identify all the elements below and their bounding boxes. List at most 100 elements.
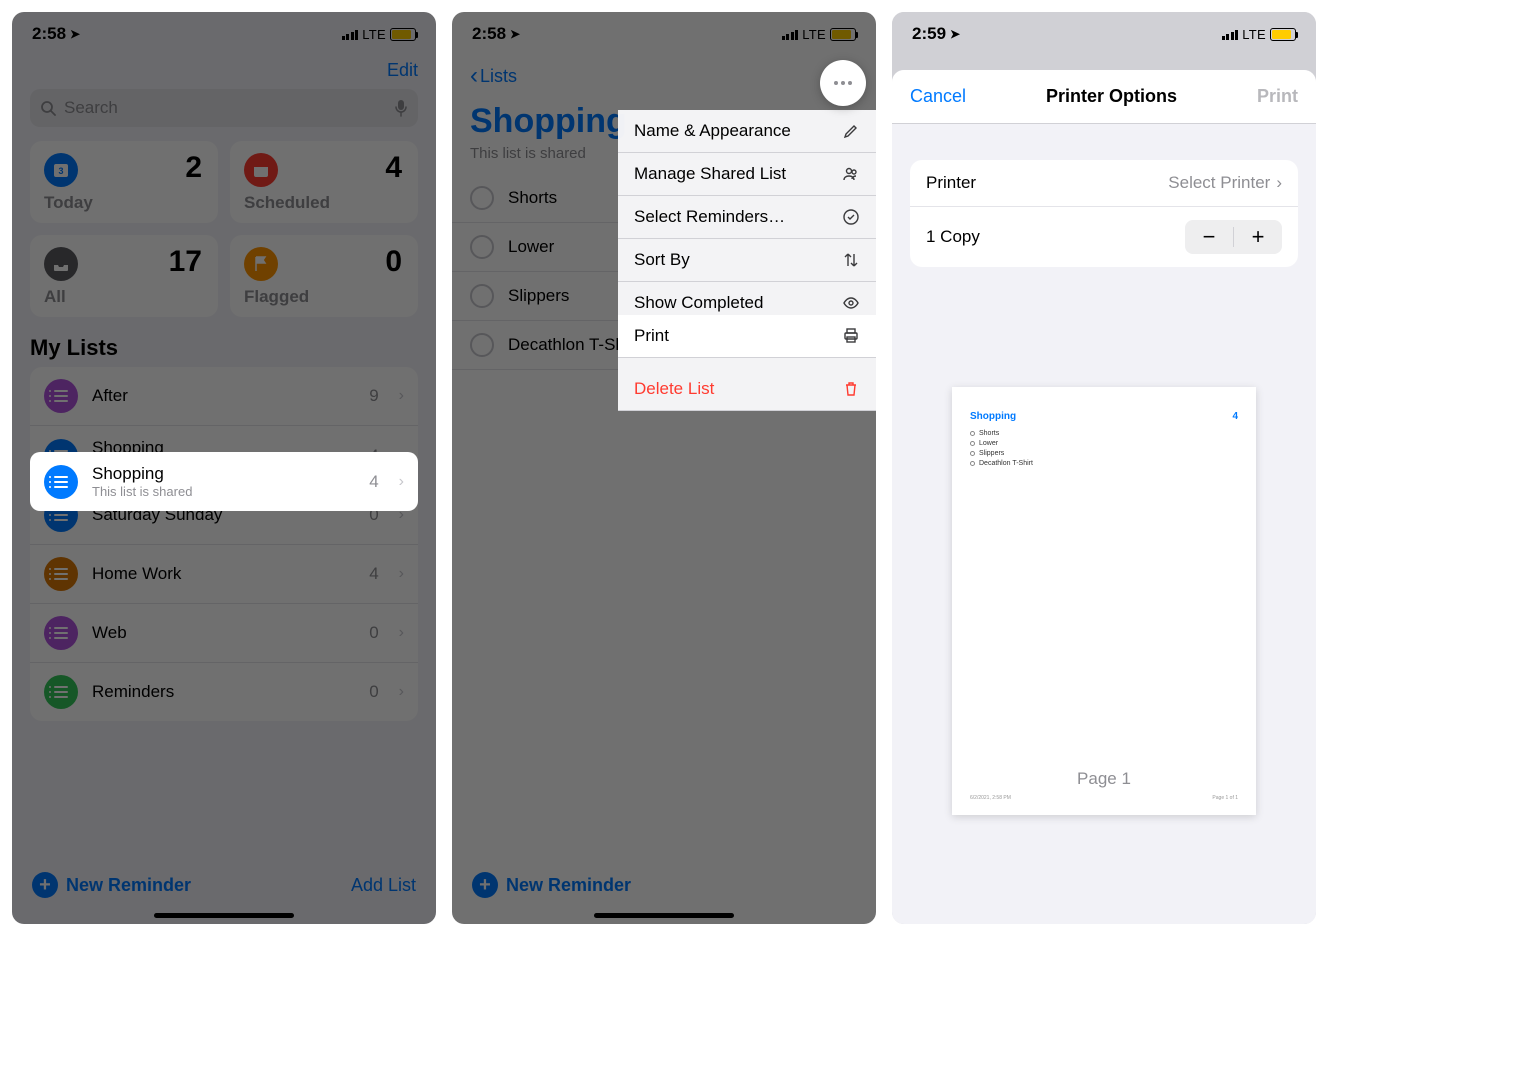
menu-label: Show Completed: [634, 293, 763, 313]
flag-icon: [244, 247, 278, 281]
list-row-after[interactable]: After 9 ›: [30, 367, 418, 426]
menu-label: Print: [634, 326, 669, 346]
edit-button[interactable]: Edit: [387, 60, 418, 80]
printer-sheet: Cancel Printer Options Print Printer Sel…: [892, 70, 1316, 924]
more-button[interactable]: [820, 60, 866, 106]
card-flagged[interactable]: 0 Flagged: [230, 235, 418, 317]
increment-button[interactable]: +: [1234, 220, 1282, 254]
card-count: 0: [385, 245, 402, 279]
menu-print[interactable]: Print: [618, 315, 876, 358]
carrier-label: LTE: [362, 27, 386, 42]
card-all[interactable]: 17 All: [30, 235, 218, 317]
menu-label: Name & Appearance: [634, 121, 791, 141]
status-bar: 2:58 ➤ LTE: [452, 12, 876, 56]
chevron-right-icon: ›: [399, 473, 404, 491]
mylists-header: My Lists: [12, 317, 436, 367]
phone-reminders-home: 2:58 ➤ LTE Edit Search 3: [12, 12, 436, 924]
menu-sort-by[interactable]: Sort By: [618, 239, 876, 282]
card-label: Scheduled: [244, 193, 404, 213]
select-printer-row[interactable]: Printer Select Printer ›: [910, 160, 1298, 207]
preview-count: 4: [1232, 411, 1238, 422]
search-icon: [40, 100, 56, 116]
chevron-left-icon: ‹: [470, 62, 478, 90]
list-count: 4: [369, 564, 378, 584]
list-row-reminders[interactable]: Reminders 0 ›: [30, 663, 418, 721]
copies-stepper: − +: [1185, 220, 1282, 254]
list-count: 0: [369, 682, 378, 702]
menu-label: Sort By: [634, 250, 690, 270]
chevron-right-icon: ›: [399, 387, 404, 405]
new-reminder-label: New Reminder: [506, 875, 631, 896]
checkbox[interactable]: [470, 333, 494, 357]
svg-text:3: 3: [58, 166, 63, 176]
trash-icon: [842, 380, 860, 398]
print-preview-page[interactable]: Shopping 4 Shorts Lower Slippers Decathl…: [952, 387, 1256, 815]
card-today[interactable]: 3 2 Today: [30, 141, 218, 223]
status-time: 2:58: [32, 24, 66, 44]
battery-icon: [1270, 28, 1296, 41]
reminder-title: Lower: [508, 237, 554, 257]
list-row-web[interactable]: Web 0 ›: [30, 604, 418, 663]
sort-icon: [842, 251, 860, 269]
menu-delete-list[interactable]: Delete List: [618, 368, 876, 411]
card-label: Today: [44, 193, 204, 213]
battery-icon: [390, 28, 416, 41]
status-bar: 2:59 ➤ LTE: [892, 12, 1316, 56]
list-row-shopping-highlighted[interactable]: Shopping This list is shared 4 ›: [30, 452, 418, 511]
list-title: Web: [92, 623, 127, 643]
eye-icon: [842, 294, 860, 312]
plus-circle-icon: +: [472, 872, 498, 898]
card-scheduled[interactable]: 4 Scheduled: [230, 141, 418, 223]
add-list-button[interactable]: Add List: [351, 875, 416, 896]
menu-name-appearance[interactable]: Name & Appearance: [618, 110, 876, 153]
list-icon: [44, 616, 78, 650]
checkbox[interactable]: [470, 186, 494, 210]
chevron-right-icon: ›: [399, 565, 404, 583]
reminder-title: Shorts: [508, 188, 557, 208]
chevron-right-icon: ›: [1276, 173, 1282, 193]
home-indicator[interactable]: [594, 913, 734, 918]
mic-icon[interactable]: [394, 99, 408, 117]
decrement-button[interactable]: −: [1185, 220, 1233, 254]
signal-icon: [782, 28, 799, 40]
menu-manage-shared[interactable]: Manage Shared List: [618, 153, 876, 196]
menu-label: Manage Shared List: [634, 164, 786, 184]
menu-label: Select Reminders…: [634, 207, 785, 227]
home-indicator[interactable]: [154, 913, 294, 918]
new-reminder-button[interactable]: + New Reminder: [472, 872, 631, 898]
print-button[interactable]: Print: [1257, 86, 1298, 107]
cancel-button[interactable]: Cancel: [910, 86, 966, 107]
list-title: Shopping: [92, 464, 192, 484]
checkbox[interactable]: [470, 235, 494, 259]
status-time: 2:58: [472, 24, 506, 44]
back-button[interactable]: ‹ Lists: [470, 62, 517, 90]
preview-footer-right: Page 1 of 1: [1212, 795, 1238, 801]
copies-label: 1 Copy: [926, 227, 980, 247]
phone-printer-options: 2:59 ➤ LTE Cancel Printer Options Print …: [892, 12, 1316, 924]
checkbox[interactable]: [470, 284, 494, 308]
new-reminder-button[interactable]: + New Reminder: [32, 872, 191, 898]
list-subtitle: This list is shared: [92, 484, 192, 499]
status-bar: 2:58 ➤ LTE: [12, 12, 436, 56]
list-icon: [44, 379, 78, 413]
reminder-title: Slippers: [508, 286, 569, 306]
tray-icon: [44, 247, 78, 281]
list-row-homework[interactable]: Home Work 4 ›: [30, 545, 418, 604]
carrier-label: LTE: [1242, 27, 1266, 42]
search-input[interactable]: Search: [30, 89, 418, 127]
sheet-title: Printer Options: [1046, 86, 1177, 107]
back-label: Lists: [480, 66, 517, 87]
new-reminder-label: New Reminder: [66, 875, 191, 896]
chevron-right-icon: ›: [399, 683, 404, 701]
checkmark-circle-icon: [842, 208, 860, 226]
chevron-right-icon: ›: [399, 624, 404, 642]
carrier-label: LTE: [802, 27, 826, 42]
preview-footer-left: 6/2/2021, 2:58 PM: [970, 795, 1011, 801]
list-icon: [44, 675, 78, 709]
preview-item: Slippers: [979, 450, 1004, 457]
list-icon: [44, 557, 78, 591]
menu-select-reminders[interactable]: Select Reminders…: [618, 196, 876, 239]
card-count: 17: [169, 245, 202, 279]
battery-icon: [830, 28, 856, 41]
phone-shopping-list: 2:58 ➤ LTE ‹ Lists Shopping This list is…: [452, 12, 876, 924]
